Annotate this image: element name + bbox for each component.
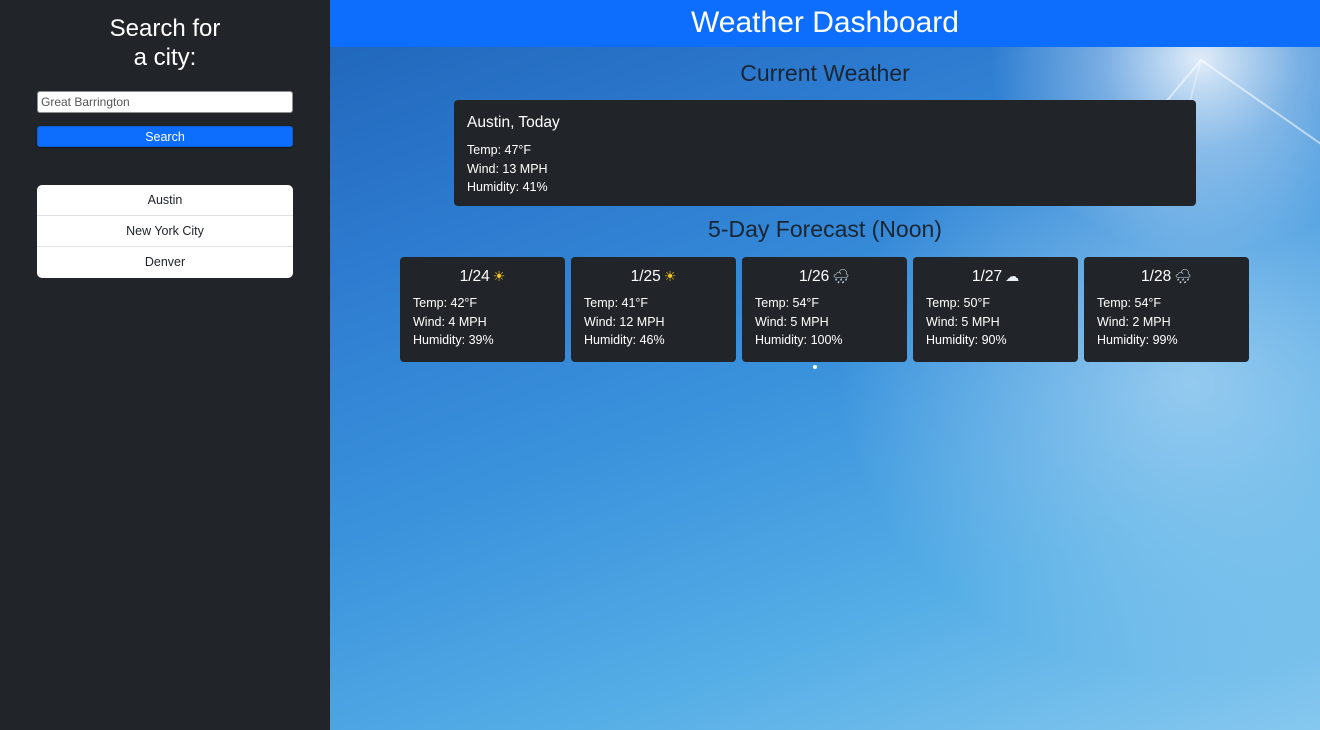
city-search-input[interactable] [37,91,293,113]
cloud-icon: ☁ [1005,268,1020,284]
current-weather-card: Austin, Today Temp: 47°F Wind: 13 MPH Hu… [454,100,1196,206]
sun-icon: ☀ [663,268,677,284]
forecast-card: 1/26 🌧 Temp: 54°F Wind: 5 MPH Humidity: 1… [742,257,907,362]
main-content: Weather Dashboard Current Weather Austin… [330,0,1320,730]
forecast-date: 1/27 [971,268,1003,285]
sidebar-title-line-2: a city: [133,44,197,71]
sidebar: Search for a city: Search Austin New Yor… [0,0,330,730]
forecast-card: 1/24 ☀ Temp: 42°F Wind: 4 MPH Humidity: 3… [400,257,565,362]
forecast-date-row: 1/28 🌧 [1097,268,1236,286]
forecast-temp: Temp: 54°F [755,296,820,310]
forecast-date: 1/26 [799,268,830,285]
forecast-date-row: 1/26 🌧 [755,268,894,286]
forecast-temp: Temp: 42°F [413,296,478,310]
forecast-card: 1/25 ☀ Temp: 41°F Wind: 12 MPH Humidity: … [571,257,736,362]
current-weather-heading: Current Weather [740,60,910,86]
forecast-wind: Wind: 12 MPH [584,314,665,329]
forecast-date-row: 1/25 ☀ [584,268,723,286]
search-history-list: Austin New York City Denver [37,185,293,278]
history-item-new-york-city[interactable]: New York City [37,216,293,247]
rain-cloud-icon: 🌧 [1174,268,1192,284]
forecast-date: 1/25 [630,268,661,285]
sidebar-title: Search for a city: [0,14,330,72]
current-city-label: Austin, Today [467,114,560,131]
forecast-card: 1/28 🌧 Temp: 54°F Wind: 2 MPH Humidity: 9… [1084,257,1249,362]
forecast-wind: Wind: 5 MPH [926,314,1000,329]
current-humidity: Humidity: 41% [467,180,548,194]
history-item-austin[interactable]: Austin [37,185,293,216]
rain-cloud-icon: 🌧 [832,268,850,284]
forecast-heading: 5-Day Forecast (Noon) [708,216,942,242]
sun-glint [813,365,817,369]
current-temp: Temp: 47°F [467,143,532,157]
search-button[interactable]: Search [37,126,293,147]
forecast-temp: Temp: 54°F [1097,296,1162,310]
current-wind: Wind: 13 MPH [467,161,548,176]
forecast-date: 1/24 [459,268,490,285]
forecast-humidity: Humidity: 100% [755,333,843,347]
forecast-row: 1/24 ☀ Temp: 42°F Wind: 4 MPH Humidity: 3… [400,257,1250,362]
forecast-humidity: Humidity: 90% [926,333,1007,347]
page-title: Weather Dashboard [330,0,1320,47]
sun-icon: ☀ [492,268,506,284]
forecast-wind: Wind: 2 MPH [1097,314,1171,329]
forecast-wind: Wind: 5 MPH [755,314,829,329]
sidebar-title-line-1: Search for [109,15,221,42]
forecast-date-row: 1/27 ☁ [926,268,1065,286]
forecast-humidity: Humidity: 99% [1097,333,1178,347]
forecast-temp: Temp: 50°F [926,296,991,310]
forecast-card: 1/27 ☁ Temp: 50°F Wind: 5 MPH Humidity: 9… [913,257,1078,362]
forecast-temp: Temp: 41°F [584,296,649,310]
forecast-humidity: Humidity: 46% [584,333,665,347]
forecast-date-row: 1/24 ☀ [413,268,552,286]
forecast-date: 1/28 [1141,268,1172,285]
forecast-wind: Wind: 4 MPH [413,314,487,329]
history-item-denver[interactable]: Denver [37,247,293,278]
forecast-humidity: Humidity: 39% [413,333,494,347]
